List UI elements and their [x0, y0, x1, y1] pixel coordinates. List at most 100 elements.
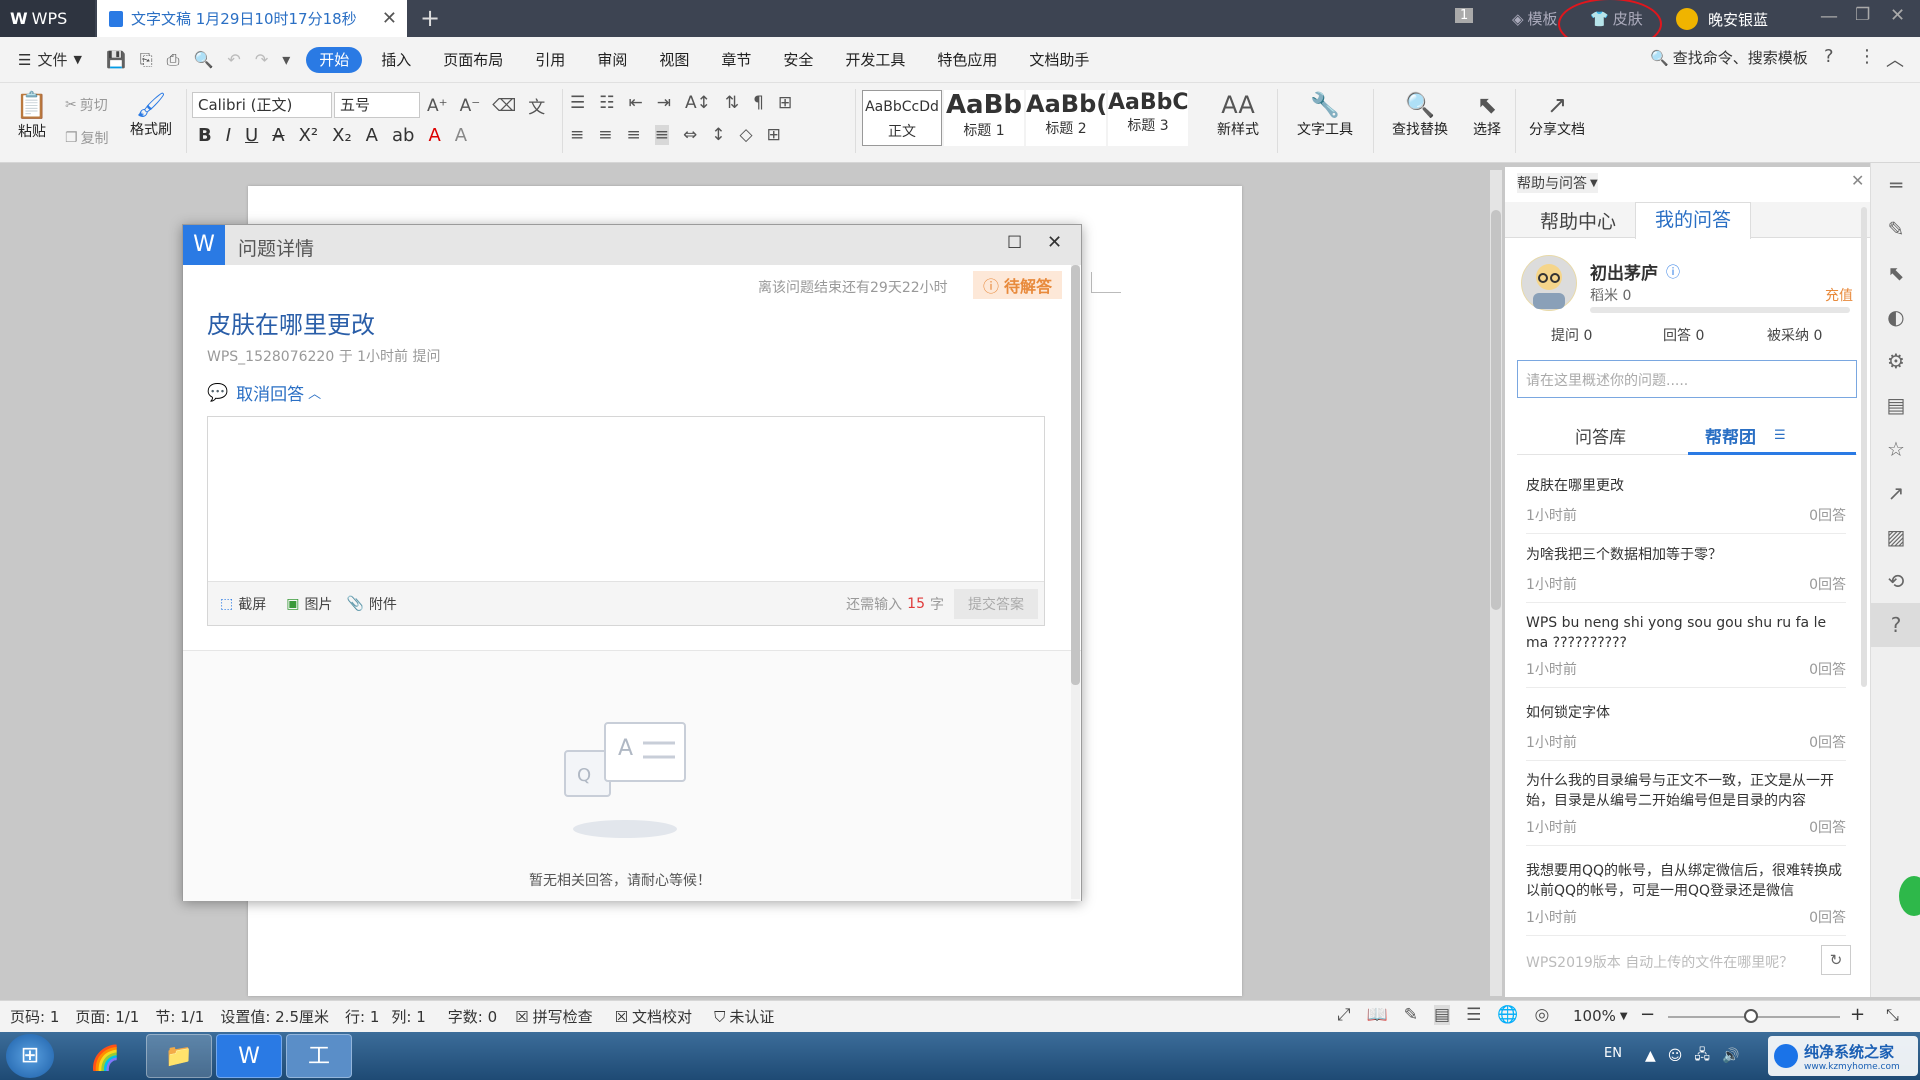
list-item[interactable]: WPS bu neng shi yong sou gou shu ru fa l… [1526, 613, 1846, 688]
cut-button[interactable]: ✂ 剪切 [65, 95, 108, 115]
clear-format-icon[interactable]: ⌫ [492, 96, 516, 116]
wps-taskbar-icon[interactable]: W [216, 1034, 282, 1078]
align-left-icon[interactable]: ≡ [570, 125, 584, 145]
list-item[interactable]: 我想要用QQ的帐号，自从绑定微信后，很难转换成以前QQ的帐号，可是一用QQ登录还… [1526, 861, 1846, 936]
wps-home-tab[interactable]: W WPS [0, 0, 95, 37]
close-tab-icon[interactable]: ✕ [382, 8, 397, 29]
page-indicator[interactable]: 1 [1455, 8, 1474, 23]
justify-icon[interactable]: ≡ [654, 125, 669, 145]
shading-icon[interactable]: ◇ [740, 125, 753, 145]
command-search[interactable]: 🔍 查找命令、搜索模板 [1650, 47, 1808, 68]
scrollbar-thumb[interactable] [1491, 210, 1501, 610]
certification-button[interactable]: ⛉ 未认证 [714, 1006, 774, 1027]
format-painter-button[interactable]: 🖌 格式刷 [125, 91, 177, 139]
screenshot-button[interactable]: ⬚ 截屏 [220, 594, 266, 614]
info-icon[interactable]: ⓘ [1666, 262, 1680, 282]
pointer-icon[interactable]: ⬉ [1871, 251, 1920, 295]
menu-security[interactable]: 安全 [770, 47, 826, 73]
style-heading-2[interactable]: AaBb( 标题 2 [1026, 90, 1106, 146]
tray-arrow-icon[interactable]: ▲ [1645, 1048, 1656, 1064]
picture-icon[interactable]: ▨ [1871, 515, 1920, 559]
minimize-icon[interactable]: — [1820, 6, 1838, 27]
italic-icon[interactable]: I [226, 125, 231, 146]
file-explorer-icon[interactable]: 📁 [146, 1034, 212, 1078]
status-section[interactable]: 节: 1/1 [155, 1006, 204, 1027]
web-view-icon[interactable]: 🌐 [1497, 1005, 1518, 1025]
list-item[interactable]: 为啥我把三个数据相加等于零？ 1小时前 0回答 [1526, 544, 1846, 603]
question-input[interactable]: 请在这里概述你的问题..... [1517, 360, 1857, 398]
decrease-indent-icon[interactable]: ⇤ [629, 93, 643, 113]
style-heading-1[interactable]: AaBb 标题 1 [944, 90, 1024, 146]
restore-icon[interactable]: ❐ [1855, 5, 1870, 25]
menu-doc-assistant[interactable]: 文档助手 [1016, 47, 1102, 73]
start-button[interactable]: ⊞ [6, 1034, 54, 1078]
template-button[interactable]: ◈ 模板 [1512, 8, 1558, 29]
menu-insert[interactable]: 插入 [368, 47, 424, 73]
export-icon[interactable]: ⎘ [140, 50, 153, 70]
grow-font-icon[interactable]: A⁺ [427, 96, 448, 116]
zoom-in-icon[interactable]: + [1850, 1004, 1865, 1025]
show-marks-icon[interactable]: ¶ [753, 93, 764, 113]
submit-answer-button[interactable]: 提交答案 [954, 588, 1038, 619]
close-window-icon[interactable]: ✕ [1890, 5, 1905, 26]
zoom-slider-handle[interactable] [1744, 1009, 1758, 1023]
share-icon[interactable]: ↗ [1871, 471, 1920, 515]
char-shading-icon[interactable]: A [455, 125, 467, 146]
more-icon[interactable]: ⋮ [1858, 46, 1876, 67]
list-item[interactable]: WPS2019版本 自动上传的文件在哪里呢？ [1526, 952, 1846, 972]
close-icon[interactable]: ✕ [1047, 232, 1062, 253]
doc-vertical-scrollbar[interactable] [1490, 170, 1502, 996]
status-words[interactable]: 字数: 0 [448, 1006, 497, 1027]
select-button[interactable]: ⬉ 选择 [1462, 91, 1512, 139]
phonetic-icon[interactable]: 文 [528, 93, 545, 118]
style-heading-3[interactable]: AaBbC 标题 3 [1108, 90, 1188, 146]
font-size-select[interactable]: 五号 [334, 92, 420, 118]
list-item[interactable]: 如何锁定字体 1小时前 0回答 [1526, 702, 1846, 761]
menu-start[interactable]: 开始 [306, 46, 363, 73]
sort-icon[interactable]: ⇅ [725, 93, 739, 113]
file-menu[interactable]: ☰ 文件 ▼ [18, 49, 82, 70]
status-row[interactable]: 行: 1 [345, 1006, 379, 1027]
status-page-number[interactable]: 页码: 1 [10, 1006, 59, 1027]
menu-developer[interactable]: 开发工具 [832, 47, 918, 73]
user-account[interactable]: 晚安银蓝 [1676, 8, 1768, 30]
volume-icon[interactable]: 🔊 [1722, 1048, 1739, 1064]
menu-view[interactable]: 视图 [646, 47, 702, 73]
read-mode-icon[interactable]: 📖 [1367, 1005, 1388, 1025]
status-pages[interactable]: 页面: 1/1 [75, 1006, 139, 1027]
collapse-icon[interactable]: ═ [1871, 163, 1920, 207]
history-icon[interactable]: ⟲ [1871, 559, 1920, 603]
maximize-icon[interactable]: ☐ [1007, 233, 1022, 253]
align-right-icon[interactable]: ≡ [627, 125, 641, 145]
collapse-ribbon-icon[interactable]: ︿ [1886, 46, 1904, 72]
page-view-icon[interactable]: ▤ [1434, 1005, 1451, 1025]
scrollbar-thumb[interactable] [1071, 265, 1080, 685]
menu-review[interactable]: 审阅 [584, 47, 640, 73]
text-effect-icon[interactable]: A [366, 125, 378, 146]
floating-badge-icon[interactable] [1899, 876, 1920, 916]
strikethrough-icon[interactable]: A [272, 125, 284, 146]
language-indicator[interactable]: EN [1604, 1046, 1622, 1061]
undo-icon[interactable]: ↶ [227, 50, 240, 69]
write-mode-icon[interactable]: ✎ [1404, 1005, 1418, 1025]
settings-sliders-icon[interactable]: ⚙ [1871, 339, 1920, 383]
close-panel-icon[interactable]: ✕ [1851, 171, 1864, 190]
tab-qa-library[interactable]: 问答库 [1575, 423, 1626, 448]
distribute-icon[interactable]: ⇔ [683, 125, 697, 145]
status-col[interactable]: 列: 1 [391, 1006, 425, 1027]
zoom-select[interactable]: 100% ▼ [1573, 1007, 1628, 1025]
print-icon[interactable]: ⎙ [167, 50, 180, 70]
font-color-icon[interactable]: A [428, 125, 440, 146]
refresh-icon[interactable]: ↻ [1821, 945, 1851, 975]
browser-icon[interactable]: 🌈 [72, 1036, 138, 1080]
copy-button[interactable]: ❐ 复制 [65, 128, 109, 148]
menu-features[interactable]: 特色应用 [924, 47, 1010, 73]
save-icon[interactable]: 💾 [106, 50, 126, 69]
list-item[interactable]: 皮肤在哪里更改 1小时前 0回答 [1526, 475, 1846, 534]
increase-indent-icon[interactable]: ⇥ [657, 93, 671, 113]
menu-page-layout[interactable]: 页面布局 [430, 47, 516, 73]
tab-help-group[interactable]: 帮帮团 ☰ [1705, 423, 1786, 448]
help-icon[interactable]: ? [1824, 46, 1834, 67]
wps-writer-taskbar-icon[interactable]: 工 [286, 1034, 352, 1078]
attachment-button[interactable]: 📎 附件 [346, 594, 396, 614]
